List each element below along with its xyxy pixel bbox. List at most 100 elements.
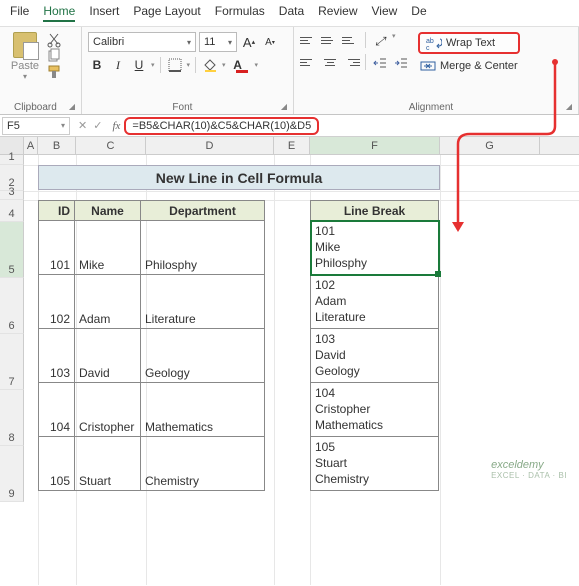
merge-label: Merge & Center <box>440 60 518 72</box>
italic-button[interactable]: I <box>109 56 127 74</box>
enter-formula-icon[interactable]: ✓ <box>93 119 102 132</box>
group-font: Calibri▾ 11▾ A▴ A▾ B I U▾ ▾ ▾ A▾ Font◢ <box>82 27 294 114</box>
decrease-font-icon[interactable]: A▾ <box>261 33 279 51</box>
menu-review[interactable]: Review <box>318 4 357 22</box>
header-dept[interactable]: Department <box>141 201 265 221</box>
col-header[interactable]: G <box>440 137 540 154</box>
wrap-text-label: Wrap Text <box>446 37 495 49</box>
col-header[interactable]: E <box>274 137 310 154</box>
decrease-indent-icon[interactable] <box>371 54 389 72</box>
fx-icon[interactable]: fx <box>108 120 124 132</box>
paste-label: Paste <box>11 60 39 72</box>
column-headers: A B C D E F G <box>0 137 579 155</box>
cell[interactable]: Literature <box>141 275 265 329</box>
fill-handle[interactable] <box>435 271 441 277</box>
cell[interactable]: Mathematics <box>141 383 265 437</box>
cell[interactable]: Geology <box>141 329 265 383</box>
row-header[interactable]: 9 <box>0 446 24 502</box>
cell[interactable]: Philosphy <box>141 221 265 275</box>
underline-button[interactable]: U <box>130 56 148 74</box>
menu-page-layout[interactable]: Page Layout <box>133 4 200 22</box>
spreadsheet-grid[interactable]: 1 2 3 4 5 6 7 8 9 New Line in Cell Formu… <box>0 155 579 502</box>
align-middle-icon[interactable] <box>321 32 339 48</box>
font-name-combo[interactable]: Calibri▾ <box>88 32 196 52</box>
svg-text:c: c <box>426 45 430 50</box>
formula-input[interactable]: =B5&CHAR(10)&C5&CHAR(10)&D5 <box>124 117 319 135</box>
cell[interactable]: Cristopher <box>75 383 141 437</box>
watermark: exceldemy EXCEL · DATA · BI <box>491 459 567 480</box>
cell[interactable]: 101 <box>39 221 75 275</box>
row-header[interactable]: 5 <box>0 222 24 278</box>
row-header[interactable]: 7 <box>0 334 24 390</box>
col-header[interactable]: D <box>146 137 274 154</box>
font-launcher-icon[interactable]: ◢ <box>281 102 287 111</box>
name-box[interactable]: F5▾ <box>2 117 70 135</box>
font-size-combo[interactable]: 11▾ <box>199 32 237 52</box>
cell[interactable]: 104 Cristopher Mathematics <box>311 383 439 437</box>
header-linebreak[interactable]: Line Break <box>311 201 439 221</box>
orientation-icon[interactable]: ⤢ <box>371 32 389 50</box>
merge-icon <box>420 59 436 73</box>
data-table: ID Name Department 101MikePhilosphy 102A… <box>38 200 265 491</box>
ribbon: Paste ▾ Clipboard ◢ Calibri▾ 11▾ A▴ A▾ B … <box>0 27 579 115</box>
col-header[interactable]: B <box>38 137 76 154</box>
merge-center-button[interactable]: Merge & Center <box>418 57 520 75</box>
format-painter-icon[interactable] <box>46 64 62 78</box>
cell[interactable]: Adam <box>75 275 141 329</box>
formula-bar: F5▾ ✕ ✓ fx =B5&CHAR(10)&C5&CHAR(10)&D5 <box>0 115 579 137</box>
row-header[interactable]: 4 <box>0 200 24 222</box>
cell[interactable]: Stuart <box>75 437 141 491</box>
svg-text:ab: ab <box>426 38 434 45</box>
clipboard-group-label: Clipboard <box>14 102 57 113</box>
cell[interactable]: 102 Adam Literature <box>311 275 439 329</box>
title-cell[interactable]: New Line in Cell Formula <box>38 165 440 190</box>
wrap-text-button[interactable]: abc Wrap Text <box>418 32 520 54</box>
copy-icon[interactable] <box>46 48 62 62</box>
cell[interactable]: 105 <box>39 437 75 491</box>
align-left-icon[interactable] <box>300 54 318 70</box>
cell-selected[interactable]: 101 Mike Philosphy <box>311 221 439 275</box>
cut-icon[interactable] <box>46 32 62 46</box>
fill-color-button[interactable] <box>201 56 219 74</box>
cell[interactable]: 103 David Geology <box>311 329 439 383</box>
clipboard-launcher-icon[interactable]: ◢ <box>69 102 75 111</box>
cell[interactable]: 102 <box>39 275 75 329</box>
menu-file[interactable]: File <box>10 4 29 22</box>
col-header[interactable]: F <box>310 137 440 154</box>
align-right-icon[interactable] <box>342 54 360 70</box>
bold-button[interactable]: B <box>88 56 106 74</box>
clipboard-icon <box>13 32 37 58</box>
row-header[interactable]: 8 <box>0 390 24 446</box>
group-clipboard: Paste ▾ Clipboard ◢ <box>0 27 82 114</box>
header-id[interactable]: ID <box>39 201 75 221</box>
paste-button[interactable]: Paste ▾ <box>6 30 44 81</box>
cell[interactable]: David <box>75 329 141 383</box>
cell[interactable]: 105 Stuart Chemistry <box>311 437 439 491</box>
border-button[interactable] <box>166 56 184 74</box>
align-bottom-icon[interactable] <box>342 32 360 48</box>
align-center-icon[interactable] <box>321 54 339 70</box>
align-top-icon[interactable] <box>300 32 318 48</box>
cell[interactable]: Chemistry <box>141 437 265 491</box>
menu-data[interactable]: Data <box>279 4 304 22</box>
row-header[interactable]: 3 <box>0 191 24 200</box>
menu-view[interactable]: View <box>372 4 398 22</box>
alignment-group-label: Alignment <box>409 102 453 113</box>
alignment-launcher-icon[interactable]: ◢ <box>566 102 572 111</box>
col-header[interactable]: A <box>24 137 38 154</box>
menu-home[interactable]: Home <box>43 4 75 22</box>
menu-insert[interactable]: Insert <box>89 4 119 22</box>
cell[interactable]: 103 <box>39 329 75 383</box>
row-header[interactable]: 1 <box>0 155 24 165</box>
col-header[interactable]: C <box>76 137 146 154</box>
cell[interactable]: 104 <box>39 383 75 437</box>
increase-font-icon[interactable]: A▴ <box>240 33 258 51</box>
row-header[interactable]: 6 <box>0 278 24 334</box>
menu-formulas[interactable]: Formulas <box>215 4 265 22</box>
header-name[interactable]: Name <box>75 201 141 221</box>
menu-more[interactable]: De <box>411 4 426 22</box>
increase-indent-icon[interactable] <box>392 54 410 72</box>
cancel-formula-icon[interactable]: ✕ <box>78 119 87 132</box>
menu-bar: File Home Insert Page Layout Formulas Da… <box>0 0 579 27</box>
cell[interactable]: Mike <box>75 221 141 275</box>
